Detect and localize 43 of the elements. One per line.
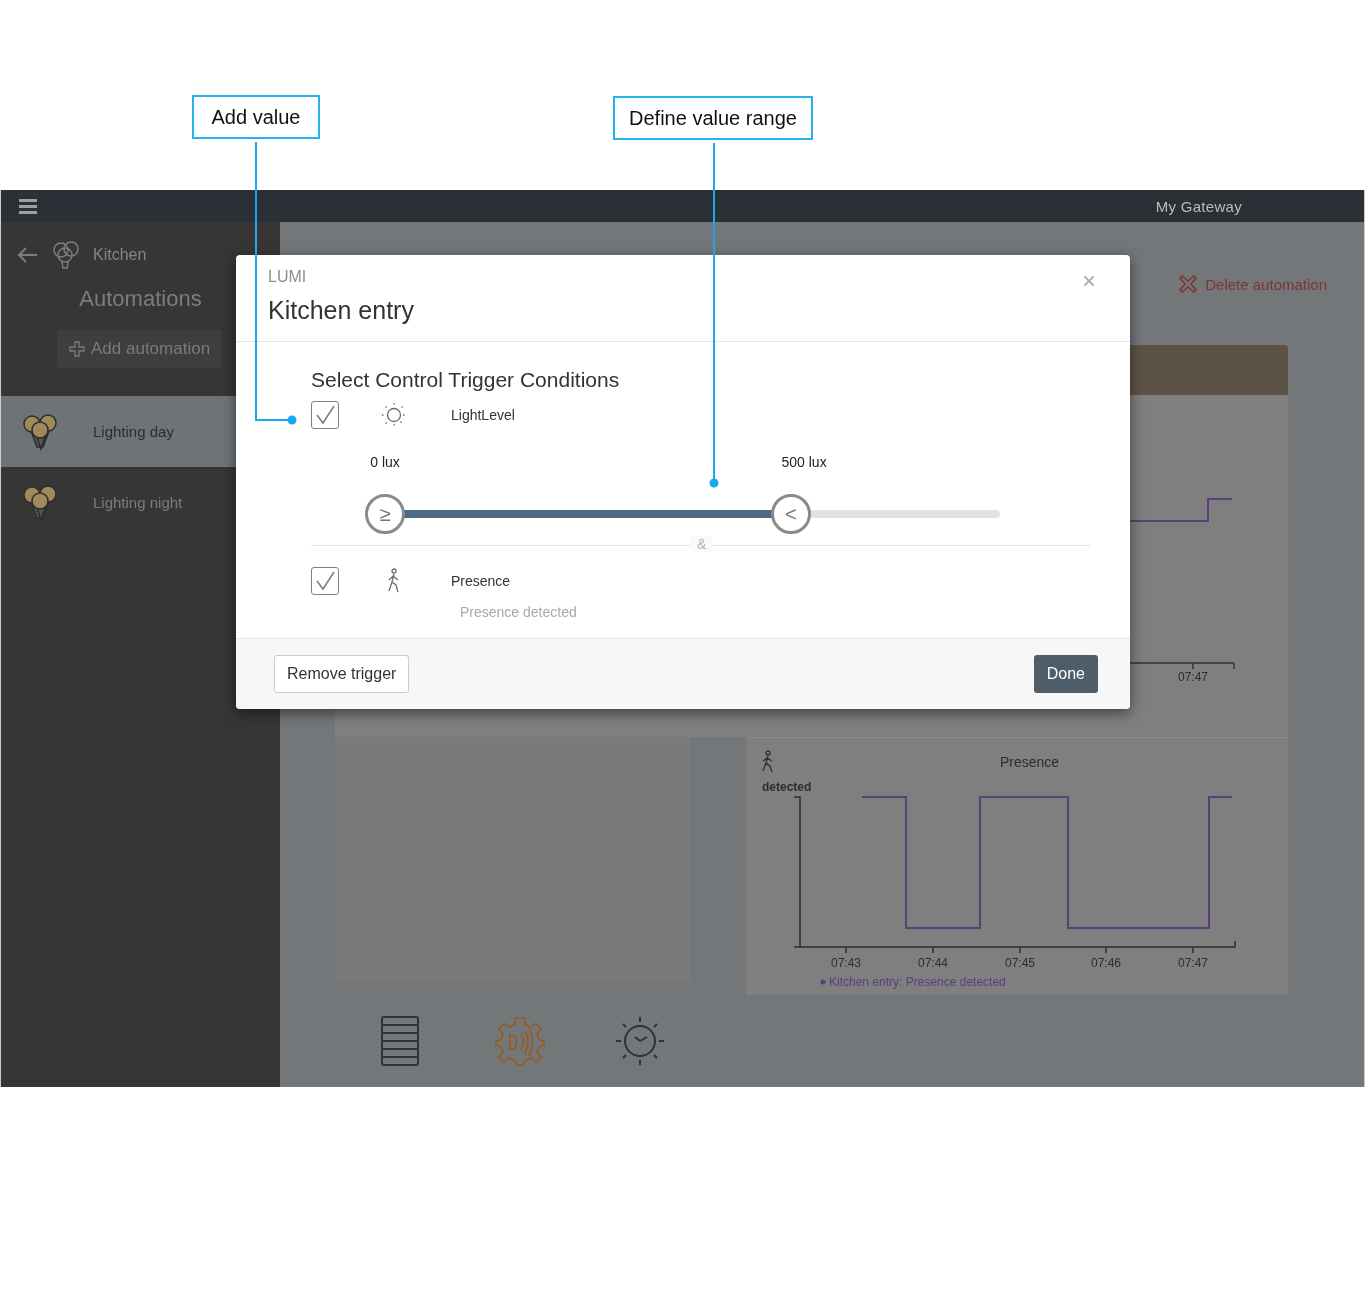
remove-trigger-button[interactable]: Remove trigger <box>274 655 410 693</box>
walking-person-icon <box>760 750 776 774</box>
brand-label: LUMI <box>268 268 307 286</box>
callout-label: Define value range <box>613 96 813 140</box>
axis-tick-label: 07:44 <box>918 956 948 970</box>
slider-handle[interactable]: < <box>770 494 811 534</box>
bulbs-icon <box>51 240 81 270</box>
plus-icon <box>69 341 85 357</box>
axis-tick-label: 07:47 <box>1178 670 1208 684</box>
room-name: Kitchen <box>93 246 147 264</box>
menu-icon[interactable] <box>19 198 37 214</box>
axis-tick-label: 07:46 <box>1091 956 1121 970</box>
dialog-title: Kitchen entry <box>268 296 415 325</box>
add-automation-button[interactable]: Add automation <box>57 330 223 368</box>
sun-icon <box>381 402 407 428</box>
axis-tick-label: 07:43 <box>831 956 861 970</box>
back-arrow-icon[interactable] <box>17 246 39 264</box>
close-button[interactable]: × <box>1078 267 1100 295</box>
legend-dot <box>820 979 826 985</box>
slider-handle[interactable]: ≥ <box>365 494 405 534</box>
chart-title: Presence <box>1000 754 1060 770</box>
checkbox[interactable] <box>311 401 339 429</box>
min-value-label: 0 lux <box>370 454 400 470</box>
legend-label: Kitchen entry: Presence detected <box>829 975 1006 989</box>
clock-icon[interactable] <box>615 1016 665 1066</box>
condition-label: LightLevel <box>451 407 515 423</box>
close-icon <box>1179 275 1198 293</box>
section-heading: Select Control Trigger Conditions <box>311 368 621 392</box>
condition-label: Presence <box>451 573 511 589</box>
list-icon[interactable] <box>381 1016 419 1066</box>
max-value-label: 500 lux <box>781 454 827 470</box>
axis-tick-label: 07:47 <box>1178 956 1208 970</box>
axis-label: detected <box>761 780 813 795</box>
gateway-name[interactable]: My Gateway <box>1155 197 1242 215</box>
separator-label: & <box>691 536 713 552</box>
condition-state: Presence detected <box>460 604 578 620</box>
checkbox[interactable] <box>311 567 339 595</box>
done-button[interactable]: Done <box>1033 655 1098 693</box>
range-slider[interactable]: ≥ < <box>365 494 1020 534</box>
automation-item[interactable]: Lighting night <box>1 467 280 538</box>
axis-tick-label: 07:45 <box>1005 956 1035 970</box>
callout-label: Add value <box>192 95 320 139</box>
walking-person-icon <box>386 568 402 594</box>
